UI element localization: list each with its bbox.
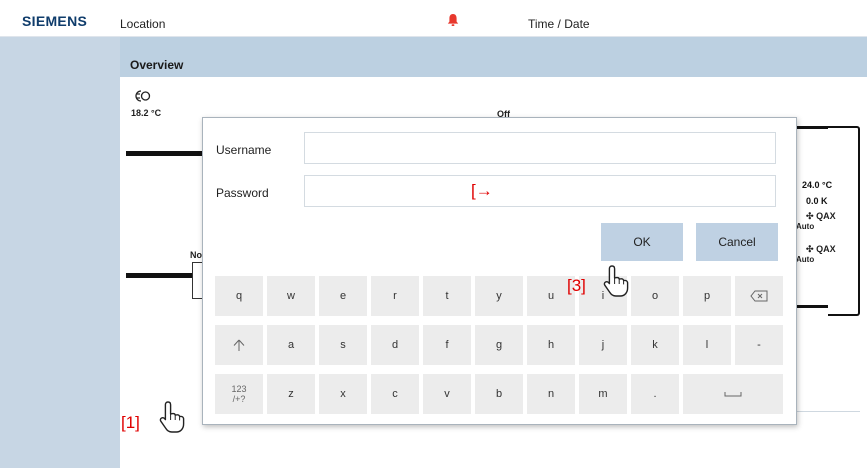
room-sensor-icon [135, 90, 151, 102]
key-p[interactable]: p [683, 276, 731, 316]
key-o[interactable]: o [631, 276, 679, 316]
key-w[interactable]: w [267, 276, 315, 316]
qax-label-1: QAX [816, 211, 836, 221]
label-no: No [190, 250, 202, 260]
key-c[interactable]: c [371, 374, 419, 414]
backspace-icon [750, 290, 768, 302]
key-s[interactable]: s [319, 325, 367, 365]
key-t[interactable]: t [423, 276, 471, 316]
key-g[interactable]: g [475, 325, 523, 365]
qax-device-2[interactable]: ✣ QAX [806, 244, 836, 255]
key-l[interactable]: l [683, 325, 731, 365]
backspace-key[interactable] [735, 276, 783, 316]
fan-icon: ✣ [806, 244, 814, 254]
key-e[interactable]: e [319, 276, 367, 316]
ok-button[interactable]: OK [601, 223, 683, 261]
supply-pipe-top [126, 151, 204, 156]
key-b[interactable]: b [475, 374, 523, 414]
username-label: Username [216, 143, 272, 157]
supply-pipe-bottom [126, 273, 192, 278]
key-h[interactable]: h [527, 325, 575, 365]
step-3-annotation: [3] [567, 276, 586, 295]
key-x[interactable]: x [319, 374, 367, 414]
key-y[interactable]: y [475, 276, 523, 316]
shift-icon [233, 339, 245, 351]
key-a[interactable]: a [267, 325, 315, 365]
auto-label-2: Auto [796, 255, 815, 264]
divider-line [795, 411, 860, 412]
time-date-label[interactable]: Time / Date [528, 17, 590, 31]
key-r[interactable]: r [371, 276, 419, 316]
key-dash[interactable]: - [735, 325, 783, 365]
key-j[interactable]: j [579, 325, 627, 365]
bell-icon[interactable] [446, 13, 460, 27]
left-navigation-band [0, 37, 120, 468]
siemens-logo: SIEMENS [22, 13, 88, 29]
top-bar: SIEMENS Location Time / Date [0, 0, 867, 37]
key-m[interactable]: m [579, 374, 627, 414]
pointing-hand-icon [603, 265, 629, 297]
fan-icon: ✣ [806, 211, 814, 221]
step-1-annotation: [1] [121, 413, 140, 432]
shift-key[interactable] [215, 325, 263, 365]
step-2-annotation: [→ [471, 181, 493, 200]
username-input[interactable] [304, 132, 776, 164]
overview-title: Overview [130, 58, 184, 72]
qax-device-1[interactable]: ✣ QAX [806, 211, 836, 222]
key-n[interactable]: n [527, 374, 575, 414]
numeric-mode-label: 123 /+? [231, 384, 247, 404]
numeric-mode-key[interactable]: 123 /+? [215, 374, 263, 414]
location-label[interactable]: Location [120, 17, 165, 31]
space-icon [724, 392, 742, 397]
pointing-hand-icon [159, 401, 185, 433]
on-screen-keyboard: q w e r t y u i o p a s d f g h j k l - … [215, 276, 783, 414]
pipe-stub-right-top [794, 126, 828, 129]
overview-header-bar [120, 37, 867, 77]
pipe-stub-right-bottom [794, 305, 828, 308]
password-input[interactable] [304, 175, 776, 207]
room-temperature-value: 18.2 °C [131, 108, 162, 118]
key-q[interactable]: q [215, 276, 263, 316]
password-label: Password [216, 186, 269, 200]
key-period[interactable]: . [631, 374, 679, 414]
key-f[interactable]: f [423, 325, 471, 365]
temperature-delta: 0.0 K [806, 196, 828, 206]
key-z[interactable]: z [267, 374, 315, 414]
key-v[interactable]: v [423, 374, 471, 414]
key-k[interactable]: k [631, 325, 679, 365]
qax-label-2: QAX [816, 244, 836, 254]
auto-label-1: Auto [796, 222, 815, 231]
cancel-button[interactable]: Cancel [696, 223, 778, 261]
space-key[interactable] [683, 374, 783, 414]
key-d[interactable]: d [371, 325, 419, 365]
setpoint-temperature: 24.0 °C [802, 180, 833, 190]
